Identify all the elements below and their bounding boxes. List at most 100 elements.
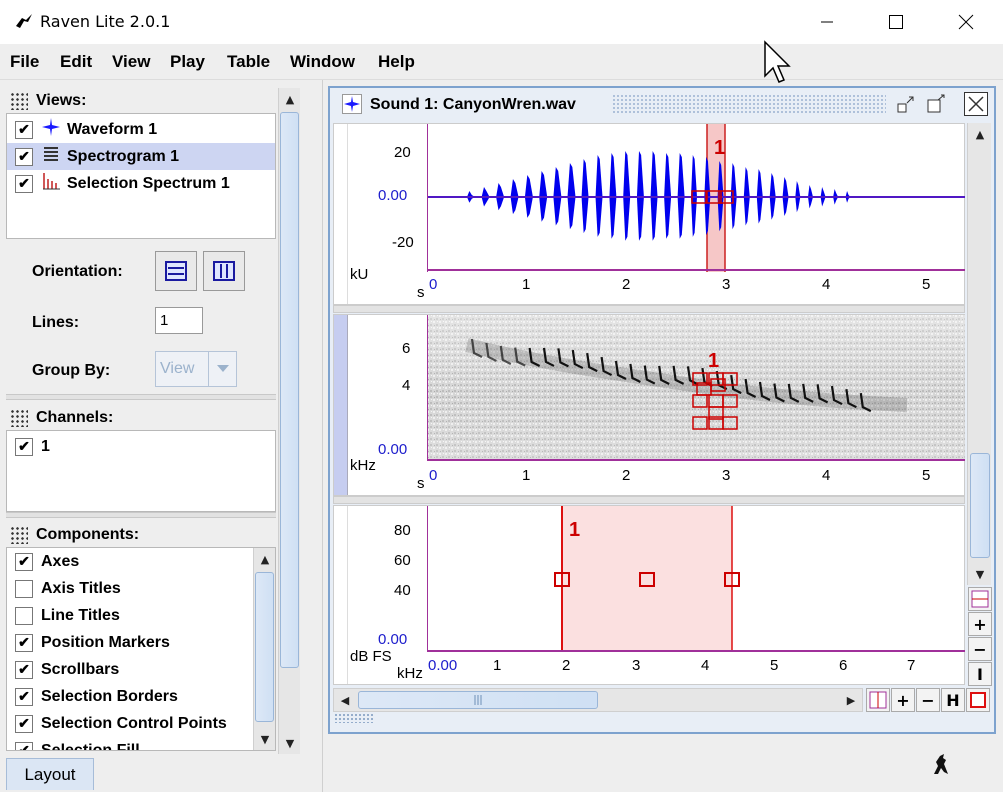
menu-help[interactable]: Help (378, 52, 415, 72)
horizontal-zoom-out-button[interactable]: − (916, 688, 940, 712)
waveform-burst (595, 155, 603, 237)
grip-icon[interactable] (10, 92, 28, 110)
layout-tab[interactable]: Layout (6, 758, 94, 790)
scroll-up-icon[interactable]: ▲ (254, 548, 276, 570)
scroll-down-icon[interactable]: ▼ (254, 728, 276, 750)
view-selected-bar[interactable] (334, 315, 348, 495)
channel-item[interactable]: ✔ 1 (7, 433, 275, 460)
groupby-select[interactable]: View (155, 351, 237, 387)
component-item-selection-control-points[interactable]: ✔ Selection Control Points (7, 710, 275, 737)
layout-panel-scrollbar[interactable]: ▲ ▼ (278, 88, 300, 754)
scroll-thumb[interactable] (970, 453, 990, 558)
view-hscroll[interactable] (333, 305, 965, 313)
checkbox[interactable]: ✔ (15, 714, 33, 733)
close-icon[interactable] (964, 92, 988, 116)
horizontal-reset-button[interactable]: H (941, 688, 965, 712)
spectrum-plot[interactable]: 1 (427, 506, 965, 654)
minimize-icon[interactable] (804, 0, 850, 44)
view-selected-bar[interactable] (334, 506, 348, 684)
components-scrollbar[interactable]: ▲ ▼ (253, 548, 275, 750)
scroll-thumb[interactable] (255, 572, 274, 722)
grip-icon[interactable] (10, 526, 28, 544)
titlebar-texture (612, 94, 886, 114)
scroll-right-icon[interactable]: ▶ (840, 689, 862, 711)
close-icon[interactable] (943, 0, 989, 44)
menu-view[interactable]: View (112, 52, 150, 72)
sound-window-titlebar[interactable]: Sound 1: CanyonWren.wav (330, 88, 994, 120)
x-tick: 1 (493, 657, 502, 674)
menu-window[interactable]: Window (290, 52, 355, 72)
x-tick: 2 (622, 276, 631, 293)
scroll-thumb[interactable] (358, 691, 598, 709)
spectrum-view-icon (41, 171, 61, 196)
menu-edit[interactable]: Edit (60, 52, 92, 72)
pane-divider[interactable] (6, 394, 276, 400)
vertical-zoom-in-button[interactable]: + (968, 612, 992, 636)
vertical-zoom-out-button[interactable]: − (968, 637, 992, 661)
x-tick: 2 (622, 467, 631, 484)
view-hscroll[interactable] (333, 496, 965, 504)
orientation-horizontal-button[interactable] (155, 251, 197, 291)
zoom-to-selection-button[interactable] (966, 688, 990, 712)
checkbox[interactable]: ✔ (15, 552, 33, 571)
checkbox[interactable]: ✔ (15, 437, 33, 456)
x-tick: 0.00 (428, 657, 458, 674)
sound-window-hscroll[interactable]: ◀ ▶ (333, 688, 863, 712)
views-header: Views: (10, 90, 86, 112)
pane-divider[interactable] (6, 512, 276, 518)
horizontal-fit-button[interactable] (866, 688, 890, 712)
lines-input[interactable] (155, 307, 203, 334)
resize-grip[interactable] (334, 713, 374, 723)
view-item-waveform[interactable]: ✔ Waveform 1 (7, 116, 275, 143)
component-item-axis-titles[interactable]: Axis Titles (7, 575, 275, 602)
orientation-vertical-button[interactable] (203, 251, 245, 291)
menu-play[interactable]: Play (170, 52, 205, 72)
grip-icon[interactable] (10, 409, 28, 427)
component-item-position-markers[interactable]: ✔ Position Markers (7, 629, 275, 656)
checkbox[interactable] (15, 606, 33, 625)
scroll-down-icon[interactable]: ▼ (968, 563, 992, 585)
view-item-spectrogram[interactable]: ✔ Spectrogram 1 (7, 143, 275, 170)
component-item-scrollbars[interactable]: ✔ Scrollbars (7, 656, 275, 683)
checkbox[interactable]: ✔ (15, 687, 33, 706)
checkbox[interactable]: ✔ (15, 633, 33, 652)
checkbox[interactable]: ✔ (15, 660, 33, 679)
component-item-line-titles[interactable]: Line Titles (7, 602, 275, 629)
horizontal-zoom-in-button[interactable]: + (891, 688, 915, 712)
spectrogram-view[interactable]: 1 6 4 0.00 kHz s 0 1 2 3 4 5 (333, 314, 965, 496)
scroll-thumb[interactable] (280, 112, 299, 668)
component-item-axes[interactable]: ✔ Axes (7, 548, 275, 575)
vertical-fit-button[interactable] (968, 587, 992, 611)
checkbox[interactable]: ✔ (15, 120, 33, 139)
scroll-down-icon[interactable]: ▼ (279, 732, 301, 754)
checkbox[interactable] (15, 579, 33, 598)
menubar: File Edit View Play Table Window Help (0, 44, 1003, 80)
component-item-selection-borders[interactable]: ✔ Selection Borders (7, 683, 275, 710)
scroll-up-icon[interactable]: ▲ (968, 123, 992, 145)
menu-file[interactable]: File (10, 52, 39, 72)
x-unit: kHz (397, 665, 423, 682)
selection-spectrum-view[interactable]: 1 80 60 40 0.00 dB FS kHz 0.00 1 2 3 4 5… (333, 505, 965, 685)
maximize-icon[interactable] (926, 94, 946, 114)
maximize-icon[interactable] (873, 0, 919, 44)
scroll-up-icon[interactable]: ▲ (279, 88, 301, 110)
view-selected-bar[interactable] (334, 124, 348, 304)
x-tick: 1 (522, 467, 531, 484)
checkbox[interactable]: ✔ (15, 174, 33, 193)
vertical-reset-button[interactable]: I (968, 662, 992, 686)
sound-window-vscroll[interactable]: ▲ ▼ (967, 123, 991, 585)
iconify-icon[interactable] (896, 94, 916, 114)
component-item-selection-fill[interactable]: ✔ Selection Fill (7, 737, 275, 750)
orientation-label: Orientation: (32, 263, 123, 280)
checkbox[interactable]: ✔ (15, 147, 33, 166)
x-tick: 3 (632, 657, 641, 674)
waveform-burst (636, 151, 644, 241)
spectrogram-plot[interactable]: 1 (427, 315, 965, 463)
waveform-view[interactable]: 1 20 0.00 -20 kU s 0 1 2 3 4 5 (333, 123, 965, 305)
scroll-left-icon[interactable]: ◀ (334, 689, 356, 711)
chevron-down-icon[interactable] (208, 352, 236, 386)
waveform-plot[interactable]: 1 (427, 124, 965, 272)
menu-table[interactable]: Table (227, 52, 270, 72)
view-item-selection-spectrum[interactable]: ✔ Selection Spectrum 1 (7, 170, 275, 197)
checkbox[interactable]: ✔ (15, 741, 33, 750)
